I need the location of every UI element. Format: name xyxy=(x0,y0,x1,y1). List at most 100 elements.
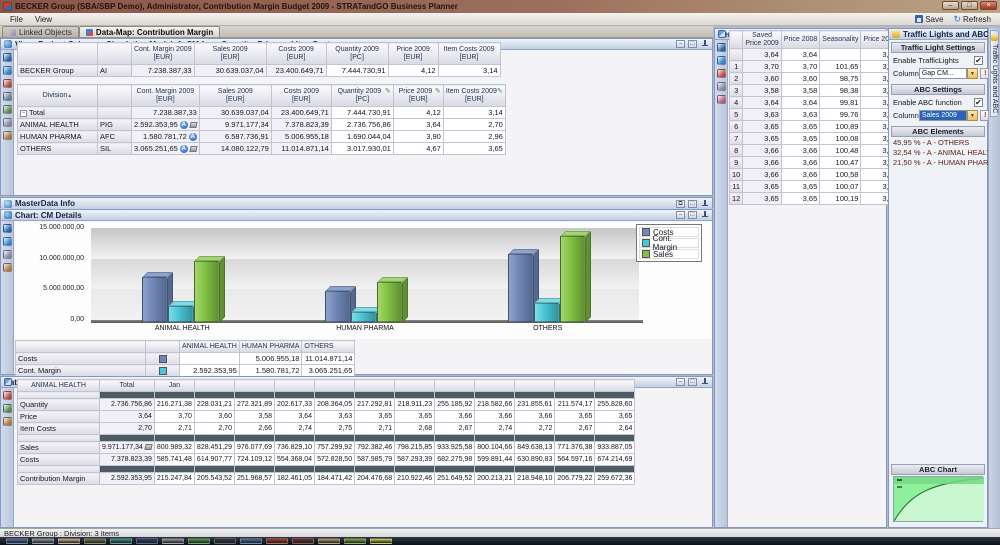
value-cell[interactable]: 3,58 xyxy=(781,85,819,97)
world-icon[interactable] xyxy=(3,66,12,75)
value-cell[interactable]: 4,12 xyxy=(388,65,438,77)
column-header-price-2008[interactable]: Price 2008 xyxy=(781,31,819,49)
row-number[interactable]: 5 xyxy=(730,109,743,121)
category-column-header[interactable]: ANIMAL HEALTH xyxy=(180,341,240,353)
column-header-costs-2009[interactable]: Costs 2009[EUR] xyxy=(266,43,326,65)
value-cell[interactable]: 100,47 xyxy=(820,157,861,169)
month-column-header[interactable] xyxy=(435,380,475,392)
value-cell[interactable]: 217.292,81 xyxy=(355,399,395,411)
value-cell[interactable]: 2,64 xyxy=(595,423,635,435)
bar-costs-1[interactable] xyxy=(325,291,350,322)
value-cell[interactable]: 3,60 xyxy=(781,73,819,85)
column-header-item-costs-2009[interactable]: Item Costs 2009[EUR] xyxy=(438,43,500,65)
value-cell[interactable]: 3,66 xyxy=(781,169,819,181)
value-cell[interactable]: 255.828,60 xyxy=(595,399,635,411)
abc-element-item[interactable]: 32,54 % - A - ANIMAL HEALTH xyxy=(889,147,987,157)
value-cell[interactable]: 23.400.649,71 xyxy=(271,107,331,119)
value-cell[interactable]: 7.238.387,33 xyxy=(132,65,195,77)
value-cell[interactable]: 3,64 xyxy=(743,97,781,109)
month-column-header[interactable] xyxy=(515,380,555,392)
taskbar-item[interactable] xyxy=(344,538,366,544)
value-cell[interactable]: 3,65 xyxy=(743,181,781,193)
value-cell[interactable]: 599.891,44 xyxy=(475,454,515,466)
value-cell[interactable]: 23.400.649,71 xyxy=(266,65,326,77)
column-header-cont-margin-2009[interactable]: Cont. Margin 2009[EUR] xyxy=(132,85,200,107)
value-cell[interactable]: 3,64 xyxy=(275,411,315,423)
collapse-icon[interactable]: − xyxy=(20,110,27,117)
value-cell[interactable]: 2,67 xyxy=(435,423,475,435)
value-cell[interactable]: 7.378.823,39 xyxy=(271,119,331,131)
month-column-header[interactable] xyxy=(275,380,315,392)
row-label[interactable]: HUMAN PHARMA xyxy=(18,131,98,143)
value-cell[interactable]: 3,66 xyxy=(515,411,555,423)
series-swatch-cell[interactable] xyxy=(146,365,180,377)
row-code[interactable]: AI xyxy=(98,65,132,77)
value-cell[interactable]: 3,63 xyxy=(743,109,781,121)
budget-minimize-icon[interactable]: – xyxy=(676,40,685,48)
value-cell[interactable]: 2,66 xyxy=(234,423,274,435)
value-cell[interactable]: 2.592.353,95 xyxy=(180,365,240,377)
taskbar-item[interactable] xyxy=(292,538,314,544)
month-column-header[interactable] xyxy=(555,380,595,392)
masterdata-restore-icon[interactable]: ⧉ xyxy=(676,200,685,208)
column-header-sales-2009[interactable]: Sales 2009[EUR] xyxy=(194,43,266,65)
month-column-header[interactable] xyxy=(194,380,234,392)
value-cell[interactable]: 564.597,16 xyxy=(555,454,595,466)
value-cell[interactable]: 216.271,38 xyxy=(154,399,194,411)
value-cell[interactable]: 2.592.353,95A xyxy=(132,119,200,131)
tab-linked-objects[interactable]: Linked Objects xyxy=(2,26,79,37)
traffic-column-select[interactable]: Gap CM... xyxy=(919,68,967,79)
row-number[interactable] xyxy=(730,49,743,61)
menu-view[interactable]: View xyxy=(29,15,58,24)
taskbar-item[interactable] xyxy=(6,538,28,544)
value-cell[interactable]: 798.215,85 xyxy=(395,442,435,454)
value-cell[interactable]: 2,71 xyxy=(355,423,395,435)
traffic-column-dropdown-icon[interactable]: ▼ xyxy=(967,68,978,79)
value-cell[interactable]: 255.185,92 xyxy=(435,399,475,411)
value-cell[interactable]: 933.925,58 xyxy=(435,442,475,454)
value-cell[interactable]: 2,75 xyxy=(315,423,355,435)
taskbar-item[interactable] xyxy=(188,538,210,544)
value-cell[interactable]: 11.014.871,14 xyxy=(271,143,331,155)
value-cell[interactable]: 259.672,36 xyxy=(595,473,635,485)
column-header-saved-price-2009[interactable]: SavedPrice 2009 xyxy=(743,31,781,49)
database-icon[interactable] xyxy=(3,53,12,62)
chart-minimize-icon[interactable]: – xyxy=(676,211,685,219)
value-cell[interactable]: 204.476,68 xyxy=(355,473,395,485)
value-cell[interactable]: 2,96 xyxy=(443,131,505,143)
maximize-button[interactable]: □ xyxy=(961,1,978,10)
value-cell[interactable]: 11.014.871,14 xyxy=(302,353,355,365)
value-cell[interactable]: 3,60 xyxy=(743,73,781,85)
column-header-costs-2009[interactable]: Costs 2009[EUR] xyxy=(271,85,331,107)
pie-icon[interactable] xyxy=(717,95,726,104)
abc-element-item[interactable]: 21,50 % - A - HUMAN PHARMA xyxy=(889,157,987,167)
value-cell[interactable]: 99,76 xyxy=(820,109,861,121)
value-cell[interactable]: 101,65 xyxy=(820,61,861,73)
month-column-header[interactable] xyxy=(595,380,635,392)
value-cell[interactable]: 215.247,84 xyxy=(154,473,194,485)
value-cell[interactable]: 792.382,46 xyxy=(355,442,395,454)
stamp-icon[interactable] xyxy=(3,417,12,426)
value-cell[interactable]: 3,65 xyxy=(743,133,781,145)
row-number[interactable]: 9 xyxy=(730,157,743,169)
taskbar-item[interactable] xyxy=(32,538,54,544)
month-column-header[interactable] xyxy=(234,380,274,392)
row-number[interactable]: 6 xyxy=(730,121,743,133)
chart-maximize-icon[interactable]: □ xyxy=(688,211,697,219)
budget-maximize-icon[interactable]: □ xyxy=(688,40,697,48)
value-cell[interactable]: 3,66 xyxy=(435,411,475,423)
bar-costs-2[interactable] xyxy=(508,254,533,322)
value-cell[interactable]: 3,65 xyxy=(743,193,781,205)
value-cell[interactable]: 3,66 xyxy=(743,145,781,157)
row-number[interactable]: 10 xyxy=(730,169,743,181)
chart-type-icon[interactable] xyxy=(3,224,12,233)
copy-icon[interactable] xyxy=(3,404,12,413)
sort-asc-icon[interactable]: ▲ xyxy=(67,93,72,99)
value-cell[interactable]: 3.065.251,65 xyxy=(302,365,355,377)
budget-pin-icon[interactable] xyxy=(700,40,709,48)
menu-file[interactable]: File xyxy=(4,15,29,24)
value-cell[interactable]: 4,67 xyxy=(393,143,443,155)
value-cell[interactable]: 614.907,77 xyxy=(194,454,234,466)
taskbar-item[interactable] xyxy=(136,538,158,544)
enable-trafficlights-checkbox[interactable]: ✔ xyxy=(974,56,983,65)
